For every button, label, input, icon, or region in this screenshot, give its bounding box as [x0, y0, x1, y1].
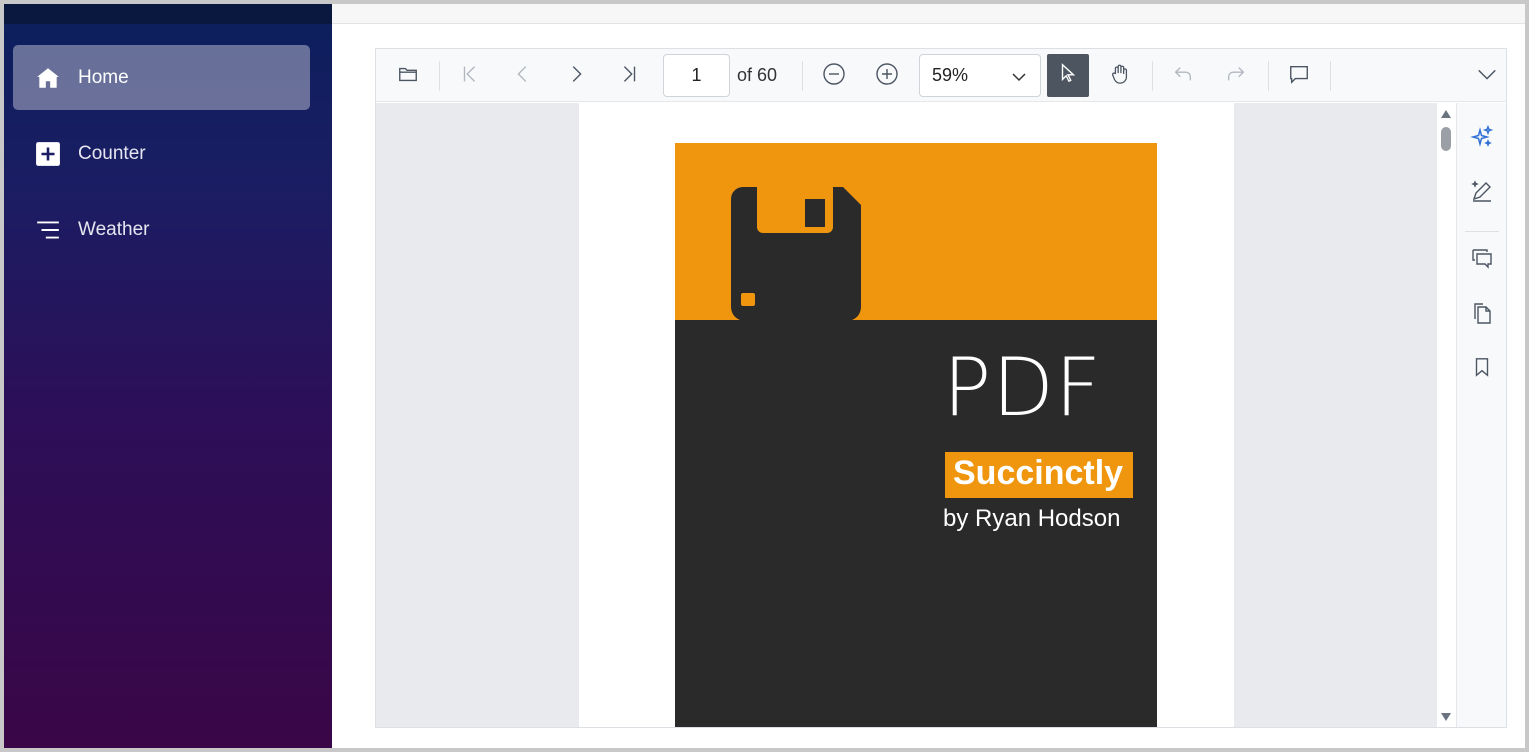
- list-icon: [34, 216, 62, 244]
- vertical-scrollbar[interactable]: [1437, 103, 1455, 727]
- zoom-dropdown[interactable]: 59%: [919, 54, 1041, 97]
- smart-pdf-sparkle-icon: [1470, 124, 1494, 154]
- toolbar-divider: [1152, 61, 1153, 91]
- page-thumbnails-button[interactable]: [1466, 299, 1498, 331]
- more-options-button[interactable]: [1469, 58, 1505, 94]
- redo-icon: [1225, 63, 1247, 90]
- viewer-toolbar: 1 of 60 59%: [376, 49, 1506, 102]
- open-file-button[interactable]: [390, 58, 426, 94]
- bookmarks-icon: [1471, 355, 1493, 384]
- document-canvas[interactable]: PDF Succinctly by Ryan Hodson: [376, 103, 1437, 727]
- more-options-chevron-icon: [1476, 63, 1498, 90]
- toolbar-divider: [439, 61, 440, 91]
- selection-pointer-icon: [1057, 61, 1079, 90]
- smart-pdf-button[interactable]: [1466, 123, 1498, 155]
- pdf-page: PDF Succinctly by Ryan Hodson: [579, 103, 1234, 727]
- scrollbar-thumb[interactable]: [1441, 127, 1451, 151]
- page-number-input[interactable]: 1: [663, 54, 730, 97]
- add-comment-button[interactable]: [1281, 58, 1317, 94]
- undo-icon: [1172, 63, 1194, 90]
- page-thumbnails-icon: [1470, 301, 1494, 330]
- zoom-in-button[interactable]: [869, 58, 905, 94]
- previous-page-icon: [512, 63, 534, 90]
- next-page-icon: [565, 63, 587, 90]
- plus-icon: [34, 140, 62, 168]
- zoom-in-icon: [875, 62, 899, 91]
- pdf-viewer: 1 of 60 59% PDF Succinctly by Ryan Hodso…: [375, 48, 1507, 728]
- first-page-button[interactable]: [452, 58, 488, 94]
- sidebar-item-label: Counter: [78, 142, 146, 164]
- panel-divider: [1465, 231, 1499, 232]
- app-window: Home Counter Weather 1 of 60 59% PDF Suc…: [4, 4, 1525, 748]
- next-page-button[interactable]: [558, 58, 594, 94]
- cover-title: PDF: [943, 341, 1102, 434]
- bookmarks-button[interactable]: [1466, 353, 1498, 385]
- home-icon: [34, 64, 62, 92]
- zoom-value: 59%: [932, 65, 969, 85]
- zoom-out-icon: [822, 62, 846, 91]
- main-top-bar: [332, 4, 1525, 24]
- undo-button[interactable]: [1165, 58, 1201, 94]
- last-page-button[interactable]: [611, 58, 647, 94]
- open-file-icon: [397, 63, 419, 90]
- sidebar-item-home[interactable]: Home: [13, 45, 310, 110]
- selection-tool-button[interactable]: [1047, 54, 1089, 97]
- zoom-out-button[interactable]: [816, 58, 852, 94]
- toolbar-divider: [802, 61, 803, 91]
- sidebar: Home Counter Weather: [4, 4, 332, 748]
- sidebar-item-counter[interactable]: Counter: [13, 121, 310, 186]
- sidebar-item-label: Weather: [78, 218, 150, 240]
- pan-tool-button[interactable]: [1102, 58, 1138, 94]
- first-page-icon: [459, 63, 481, 90]
- toolbar-divider: [1330, 61, 1331, 91]
- scroll-up-arrow-icon[interactable]: [1440, 109, 1452, 119]
- sidebar-top-bar: [4, 4, 332, 24]
- cover-author: by Ryan Hodson: [943, 505, 1121, 532]
- comments-panel-button[interactable]: [1466, 245, 1498, 277]
- sidebar-item-label: Home: [78, 66, 129, 88]
- zoom-dropdown-chevron-icon: [1010, 68, 1028, 91]
- cover-series-badge: Succinctly: [945, 452, 1134, 498]
- edit-annotation-button[interactable]: [1466, 177, 1498, 209]
- pan-hand-icon: [1109, 62, 1131, 91]
- right-side-panel: [1456, 103, 1506, 727]
- edit-annotation-icon: [1470, 179, 1494, 208]
- comment-icon: [1287, 63, 1311, 90]
- toolbar-divider: [1268, 61, 1269, 91]
- page-count-label: of 60: [737, 65, 778, 85]
- previous-page-button[interactable]: [505, 58, 541, 94]
- last-page-icon: [618, 63, 640, 90]
- floppy-disk-icon: [731, 187, 861, 321]
- comments-panel-icon: [1470, 247, 1494, 276]
- redo-button[interactable]: [1218, 58, 1254, 94]
- sidebar-item-weather[interactable]: Weather: [13, 197, 310, 262]
- book-cover: PDF Succinctly by Ryan Hodson: [675, 143, 1157, 727]
- scroll-down-arrow-icon[interactable]: [1440, 712, 1452, 722]
